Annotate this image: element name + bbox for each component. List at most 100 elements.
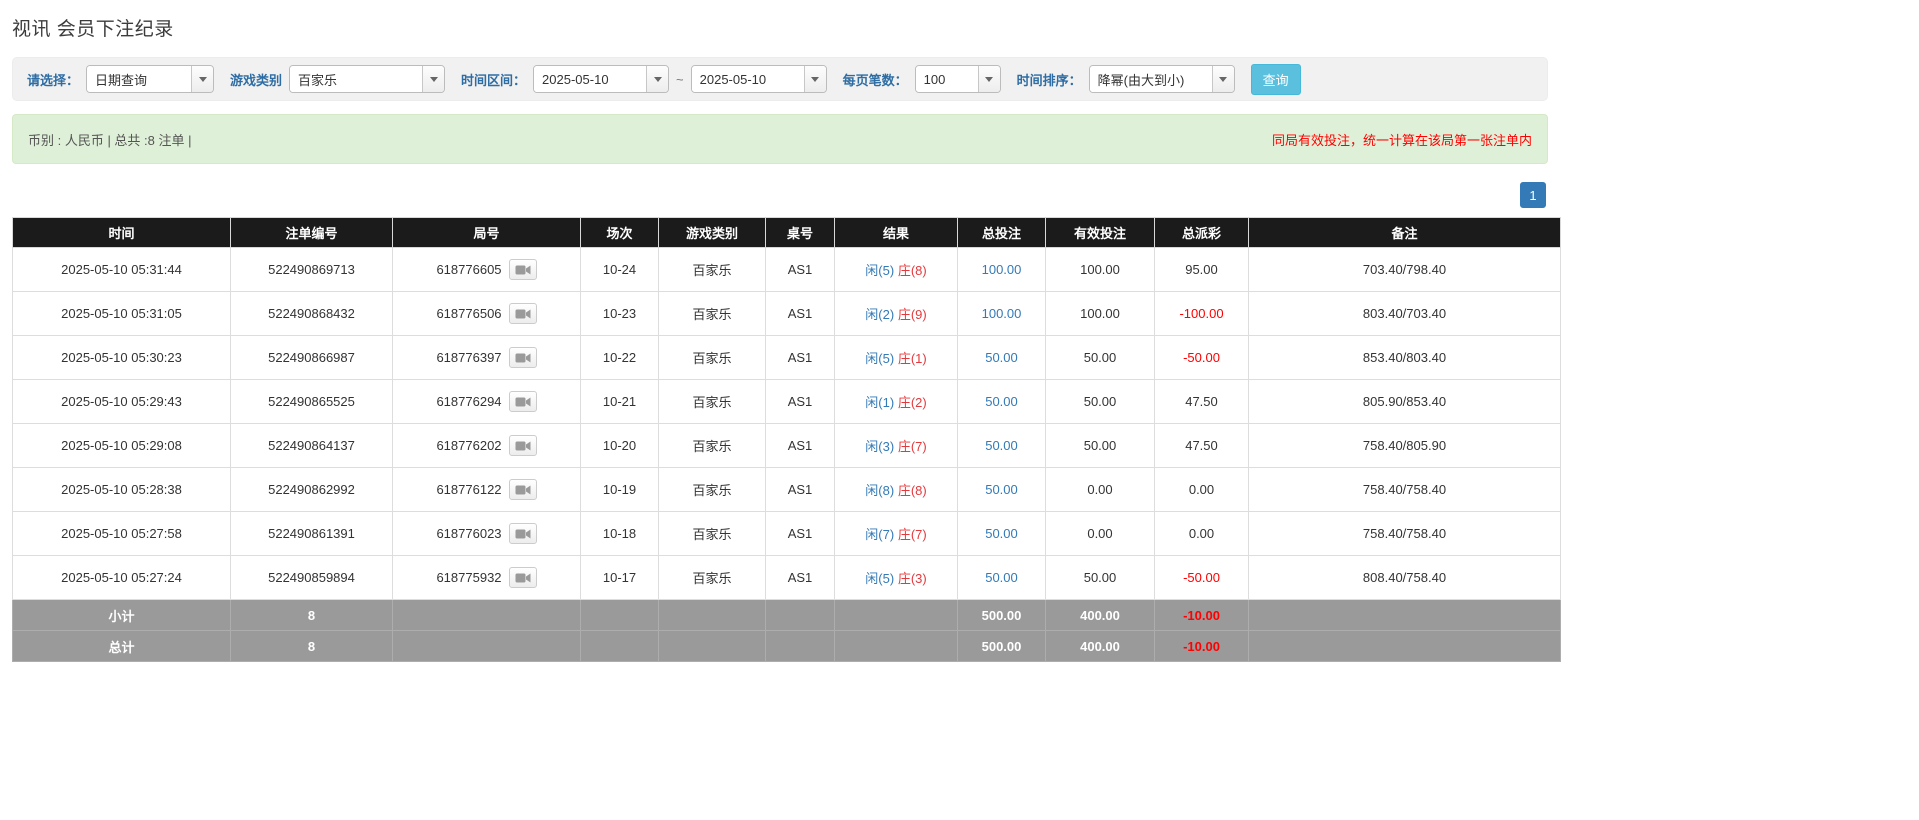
- cell-empty: [581, 600, 659, 631]
- video-camera-icon: [515, 352, 531, 364]
- cell-empty: [835, 600, 958, 631]
- cell-payout: -100.00: [1155, 292, 1249, 336]
- cell-round-id: 618776397: [393, 336, 581, 380]
- chevron-down-icon[interactable]: [422, 66, 444, 92]
- total-bet-link[interactable]: 50.00: [985, 570, 1018, 585]
- result-banker: 庄(9): [898, 307, 927, 322]
- table-row: 2025-05-10 05:29:43522490865525618776294…: [13, 380, 1561, 424]
- table-footer: 小计 8 500.00 400.00 -10.00 总计 8: [13, 600, 1561, 662]
- cell-payout: -50.00: [1155, 556, 1249, 600]
- total-bet-link[interactable]: 50.00: [985, 482, 1018, 497]
- cell-game-type: 百家乐: [659, 292, 766, 336]
- cell-valid-bet: 50.00: [1046, 424, 1155, 468]
- subtotal-label: 小计: [13, 600, 231, 631]
- sort-input[interactable]: [1090, 66, 1212, 92]
- cell-table-no: AS1: [766, 248, 835, 292]
- cell-payout: 0.00: [1155, 468, 1249, 512]
- filter-bar: 请选择： 游戏类别 时间区间： ~: [12, 57, 1548, 101]
- table-row: 2025-05-10 05:29:08522490864137618776202…: [13, 424, 1561, 468]
- total-bet-link[interactable]: 50.00: [985, 526, 1018, 541]
- result-banker: 庄(7): [898, 439, 927, 454]
- cell-round-id: 618776506: [393, 292, 581, 336]
- cell-bet-id: 522490861391: [231, 512, 393, 556]
- cell-game-type: 百家乐: [659, 468, 766, 512]
- cell-round-id: 618776023: [393, 512, 581, 556]
- cell-game-type: 百家乐: [659, 248, 766, 292]
- result-banker: 庄(7): [898, 527, 927, 542]
- result-player: 闲(5): [865, 263, 894, 278]
- total-bet-link[interactable]: 50.00: [985, 350, 1018, 365]
- video-camera-icon: [515, 484, 531, 496]
- page: 视讯 会员下注纪录 请选择： 游戏类别 时间区间： ~: [0, 0, 1548, 662]
- chevron-down-icon[interactable]: [191, 66, 213, 92]
- cell-result: 闲(2) 庄(9): [835, 292, 958, 336]
- video-replay-button[interactable]: [509, 391, 537, 412]
- cell-remark: 808.40/758.40: [1249, 556, 1561, 600]
- sort-combobox[interactable]: [1089, 65, 1235, 93]
- total-bet-link[interactable]: 100.00: [982, 262, 1022, 277]
- total-bet-link[interactable]: 50.00: [985, 438, 1018, 453]
- video-replay-button[interactable]: [509, 567, 537, 588]
- header-payout: 总派彩: [1155, 218, 1249, 248]
- header-valid-bet: 有效投注: [1046, 218, 1155, 248]
- header-session: 场次: [581, 218, 659, 248]
- cell-payout: 95.00: [1155, 248, 1249, 292]
- cell-session: 10-18: [581, 512, 659, 556]
- query-type-combobox[interactable]: [86, 65, 214, 93]
- cell-table-no: AS1: [766, 424, 835, 468]
- result-player: 闲(2): [865, 307, 894, 322]
- cell-table-no: AS1: [766, 556, 835, 600]
- summary-bar: 币别 : 人民币 | 总共 :8 注单 | 同局有效投注，统一计算在该局第一张注…: [12, 114, 1548, 164]
- page-size-combobox[interactable]: [915, 65, 1001, 93]
- total-valid-bet: 400.00: [1046, 631, 1155, 662]
- cell-result: 闲(3) 庄(7): [835, 424, 958, 468]
- video-replay-button[interactable]: [509, 303, 537, 324]
- search-button[interactable]: 查询: [1251, 64, 1301, 95]
- date-from-combobox[interactable]: [533, 65, 669, 93]
- total-bet-link[interactable]: 50.00: [985, 394, 1018, 409]
- header-round-id: 局号: [393, 218, 581, 248]
- video-replay-button[interactable]: [509, 523, 537, 544]
- chevron-down-icon[interactable]: [978, 66, 1000, 92]
- cell-game-type: 百家乐: [659, 556, 766, 600]
- round-id-text: 618776294: [436, 394, 501, 409]
- date-to-combobox[interactable]: [691, 65, 827, 93]
- video-replay-button[interactable]: [509, 435, 537, 456]
- cell-session: 10-24: [581, 248, 659, 292]
- game-type-combobox[interactable]: [289, 65, 445, 93]
- result-banker: 庄(8): [898, 263, 927, 278]
- page-size-input[interactable]: [916, 66, 978, 92]
- cell-session: 10-20: [581, 424, 659, 468]
- cell-empty: [1249, 600, 1561, 631]
- cell-result: 闲(5) 庄(3): [835, 556, 958, 600]
- query-type-input[interactable]: [87, 66, 191, 92]
- cell-remark: 805.90/853.40: [1249, 380, 1561, 424]
- cell-round-id: 618776202: [393, 424, 581, 468]
- result-banker: 庄(8): [898, 483, 927, 498]
- currency-total-text: 币别 : 人民币 | 总共 :8 注单 |: [28, 130, 192, 149]
- video-replay-button[interactable]: [509, 479, 537, 500]
- page-button-1[interactable]: 1: [1520, 182, 1546, 208]
- cell-valid-bet: 50.00: [1046, 556, 1155, 600]
- game-type-input[interactable]: [290, 66, 422, 92]
- video-replay-button[interactable]: [509, 259, 537, 280]
- video-replay-button[interactable]: [509, 347, 537, 368]
- cell-total-bet: 50.00: [958, 556, 1046, 600]
- table-row: 2025-05-10 05:27:24522490859894618775932…: [13, 556, 1561, 600]
- cell-time: 2025-05-10 05:31:44: [13, 248, 231, 292]
- chevron-down-icon[interactable]: [1212, 66, 1234, 92]
- cell-valid-bet: 50.00: [1046, 380, 1155, 424]
- table-body: 2025-05-10 05:31:44522490869713618776605…: [13, 248, 1561, 600]
- cell-empty: [766, 600, 835, 631]
- total-bet-link[interactable]: 100.00: [982, 306, 1022, 321]
- cell-bet-id: 522490862992: [231, 468, 393, 512]
- date-from-input[interactable]: [534, 66, 646, 92]
- cell-payout: 47.50: [1155, 380, 1249, 424]
- video-camera-icon: [515, 264, 531, 276]
- chevron-down-icon[interactable]: [646, 66, 668, 92]
- chevron-down-icon[interactable]: [804, 66, 826, 92]
- date-to-input[interactable]: [692, 66, 804, 92]
- cell-remark: 703.40/798.40: [1249, 248, 1561, 292]
- cell-empty: [766, 631, 835, 662]
- filter-group-page-size: 每页笔数：: [843, 65, 1001, 93]
